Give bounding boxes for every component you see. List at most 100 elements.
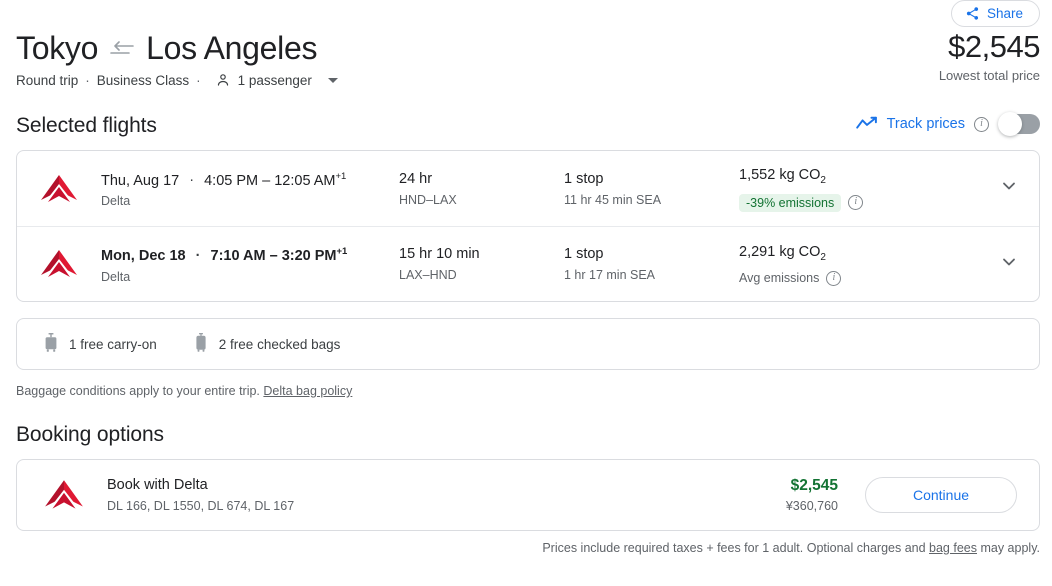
flight-duration-cell: 24 hr HND–LAX bbox=[399, 169, 564, 209]
share-button[interactable]: Share bbox=[950, 0, 1040, 27]
toggle-knob bbox=[998, 112, 1022, 136]
booking-price-usd: $2,545 bbox=[790, 476, 838, 494]
flight-duration: 15 hr 10 min bbox=[399, 246, 480, 262]
baggage-note: Baggage conditions apply to your entire … bbox=[16, 384, 352, 398]
selected-flights-card: Thu, Aug 17 · 4:05 PM – 12:05 AM+1 Delta… bbox=[16, 150, 1040, 302]
flight-times: 7:10 AM – 3:20 PM bbox=[210, 247, 337, 264]
trip-type: Round trip bbox=[16, 72, 79, 88]
booking-price-block: $2,545 ¥360,760 bbox=[786, 476, 838, 515]
flight-co2: 2,291 kg CO2 bbox=[739, 242, 979, 268]
baggage-card: 1 free carry-on 2 free checked bags bbox=[16, 318, 1040, 370]
track-prices-control[interactable]: Track prices i bbox=[855, 112, 1040, 136]
flight-datetime: Thu, Aug 17 · 4:05 PM – 12:05 AM+1 bbox=[101, 167, 399, 191]
flight-date: Thu, Aug 17 bbox=[101, 172, 180, 189]
flight-co2: 1,552 kg CO2 bbox=[739, 165, 979, 191]
info-icon[interactable]: i bbox=[974, 116, 989, 132]
total-price-block: $2,545 Lowest total price bbox=[938, 28, 1041, 83]
flight-route: LAX–HND bbox=[399, 268, 457, 282]
flight-stops: 1 stop bbox=[564, 170, 604, 187]
flight-layover: 11 hr 45 min SEA bbox=[564, 192, 662, 207]
origin-city: Tokyo bbox=[16, 30, 99, 66]
info-icon[interactable]: i bbox=[848, 195, 864, 211]
dot-separator: · bbox=[189, 172, 195, 189]
flight-date: Mon, Dec 18 bbox=[101, 247, 186, 264]
carry-on-bag-icon bbox=[43, 332, 59, 356]
chevron-down-icon bbox=[999, 252, 1019, 277]
passenger-selector[interactable]: 1 passenger bbox=[215, 72, 338, 88]
flight-emissions-cell: 1,552 kg CO2 -39% emissions i bbox=[739, 165, 979, 212]
footer-text-before: Prices include required taxes + fees for… bbox=[542, 541, 930, 555]
booking-price-alt: ¥360,760 bbox=[785, 498, 838, 513]
checked-bag-label: 2 free checked bags bbox=[218, 336, 341, 352]
booking-flight-numbers: DL 166, DL 1550, DL 674, DL 167 bbox=[107, 499, 295, 513]
delta-logo bbox=[43, 477, 85, 513]
flight-duration: 24 hr bbox=[399, 170, 433, 187]
flight-datetime: Mon, Dec 18 · 7:10 AM – 3:20 PM+1 bbox=[101, 242, 399, 266]
flight-row[interactable]: Thu, Aug 17 · 4:05 PM – 12:05 AM+1 Delta… bbox=[17, 151, 1039, 226]
flight-emissions-cell: 2,291 kg CO2 Avg emissions i bbox=[739, 242, 979, 286]
track-prices-label[interactable]: Track prices bbox=[887, 116, 965, 132]
trending-up-icon bbox=[855, 116, 878, 132]
flight-time-cell: Mon, Dec 18 · 7:10 AM – 3:20 PM+1 Delta bbox=[101, 242, 399, 286]
baggage-note-text: Baggage conditions apply to your entire … bbox=[16, 384, 264, 398]
day-offset: +1 bbox=[336, 246, 348, 258]
expand-flight-button[interactable] bbox=[979, 176, 1019, 201]
carry-on-label: 1 free carry-on bbox=[69, 336, 157, 352]
route-title: Tokyo Los Angeles bbox=[16, 28, 1040, 68]
share-button-label: Share bbox=[986, 6, 1023, 21]
separator-1: · bbox=[85, 72, 90, 88]
booking-options-title: Booking options bbox=[16, 423, 164, 446]
emissions-line: Avg emissions i bbox=[739, 270, 979, 286]
flight-time-cell: Thu, Aug 17 · 4:05 PM – 12:05 AM+1 Delta bbox=[101, 167, 399, 211]
flight-airline: Delta bbox=[101, 194, 131, 209]
emissions-text: Avg emissions bbox=[739, 271, 820, 286]
carry-on-item: 1 free carry-on bbox=[43, 332, 157, 356]
price-caption: Lowest total price bbox=[938, 68, 1040, 83]
delta-bag-policy-link[interactable]: Delta bag policy bbox=[263, 384, 352, 398]
delta-logo bbox=[39, 247, 101, 281]
co2-subscript: 2 bbox=[820, 251, 826, 263]
delta-logo bbox=[39, 172, 101, 206]
trip-summary: Round trip · Business Class · 1 passenge… bbox=[16, 72, 1040, 88]
destination-city: Los Angeles bbox=[146, 30, 318, 66]
chevron-down-icon bbox=[327, 77, 338, 83]
total-price: $2,545 bbox=[948, 29, 1040, 64]
booking-option-name: Book with Delta bbox=[107, 477, 208, 493]
chevron-down-icon bbox=[999, 176, 1019, 201]
flight-stops-cell: 1 stop 11 hr 45 min SEA bbox=[564, 169, 739, 209]
dot-separator: · bbox=[195, 247, 201, 264]
flight-times: 4:05 PM – 12:05 AM bbox=[204, 172, 336, 189]
flight-layover: 1 hr 17 min SEA bbox=[564, 268, 656, 282]
share-icon bbox=[965, 6, 980, 21]
emissions-badge: -39% emissions bbox=[739, 193, 842, 212]
day-offset: +1 bbox=[335, 170, 347, 182]
cabin-class: Business Class bbox=[96, 72, 190, 88]
co2-value: 1,552 kg CO bbox=[739, 167, 821, 184]
continue-button[interactable]: Continue bbox=[865, 477, 1017, 513]
flight-airline: Delta bbox=[101, 269, 131, 284]
flight-stops-cell: 1 stop 1 hr 17 min SEA bbox=[564, 244, 739, 284]
person-icon bbox=[215, 72, 231, 88]
co2-value: 2,291 kg CO bbox=[739, 244, 821, 261]
info-icon[interactable]: i bbox=[826, 270, 842, 286]
flight-row[interactable]: Mon, Dec 18 · 7:10 AM – 3:20 PM+1 Delta … bbox=[17, 226, 1039, 301]
booking-option-details: Book with Delta DL 166, DL 1550, DL 674,… bbox=[107, 475, 786, 515]
separator-2: · bbox=[196, 72, 201, 88]
footer-text-after: may apply. bbox=[977, 541, 1040, 555]
track-prices-toggle[interactable] bbox=[998, 112, 1040, 136]
flight-stops: 1 stop bbox=[564, 246, 604, 262]
trip-header: Tokyo Los Angeles Round trip · Business … bbox=[16, 28, 1040, 88]
flight-duration-cell: 15 hr 10 min LAX–HND bbox=[399, 244, 564, 284]
footer-note: Prices include required taxes + fees for… bbox=[542, 541, 1040, 555]
flight-booking-page: Share Tokyo Los Angeles Round trip · Bus… bbox=[0, 0, 1052, 586]
selected-flights-title: Selected flights bbox=[16, 114, 157, 137]
checked-bag-icon bbox=[193, 332, 209, 356]
flight-route: HND–LAX bbox=[399, 192, 457, 207]
expand-flight-button[interactable] bbox=[979, 252, 1019, 277]
bag-fees-link[interactable]: bag fees bbox=[929, 541, 977, 555]
checked-bag-item: 2 free checked bags bbox=[193, 332, 341, 356]
booking-option-row: Book with Delta DL 166, DL 1550, DL 674,… bbox=[16, 459, 1040, 531]
emissions-line: -39% emissions i bbox=[739, 193, 979, 212]
passenger-count-label: 1 passenger bbox=[237, 72, 312, 88]
co2-subscript: 2 bbox=[820, 174, 826, 186]
